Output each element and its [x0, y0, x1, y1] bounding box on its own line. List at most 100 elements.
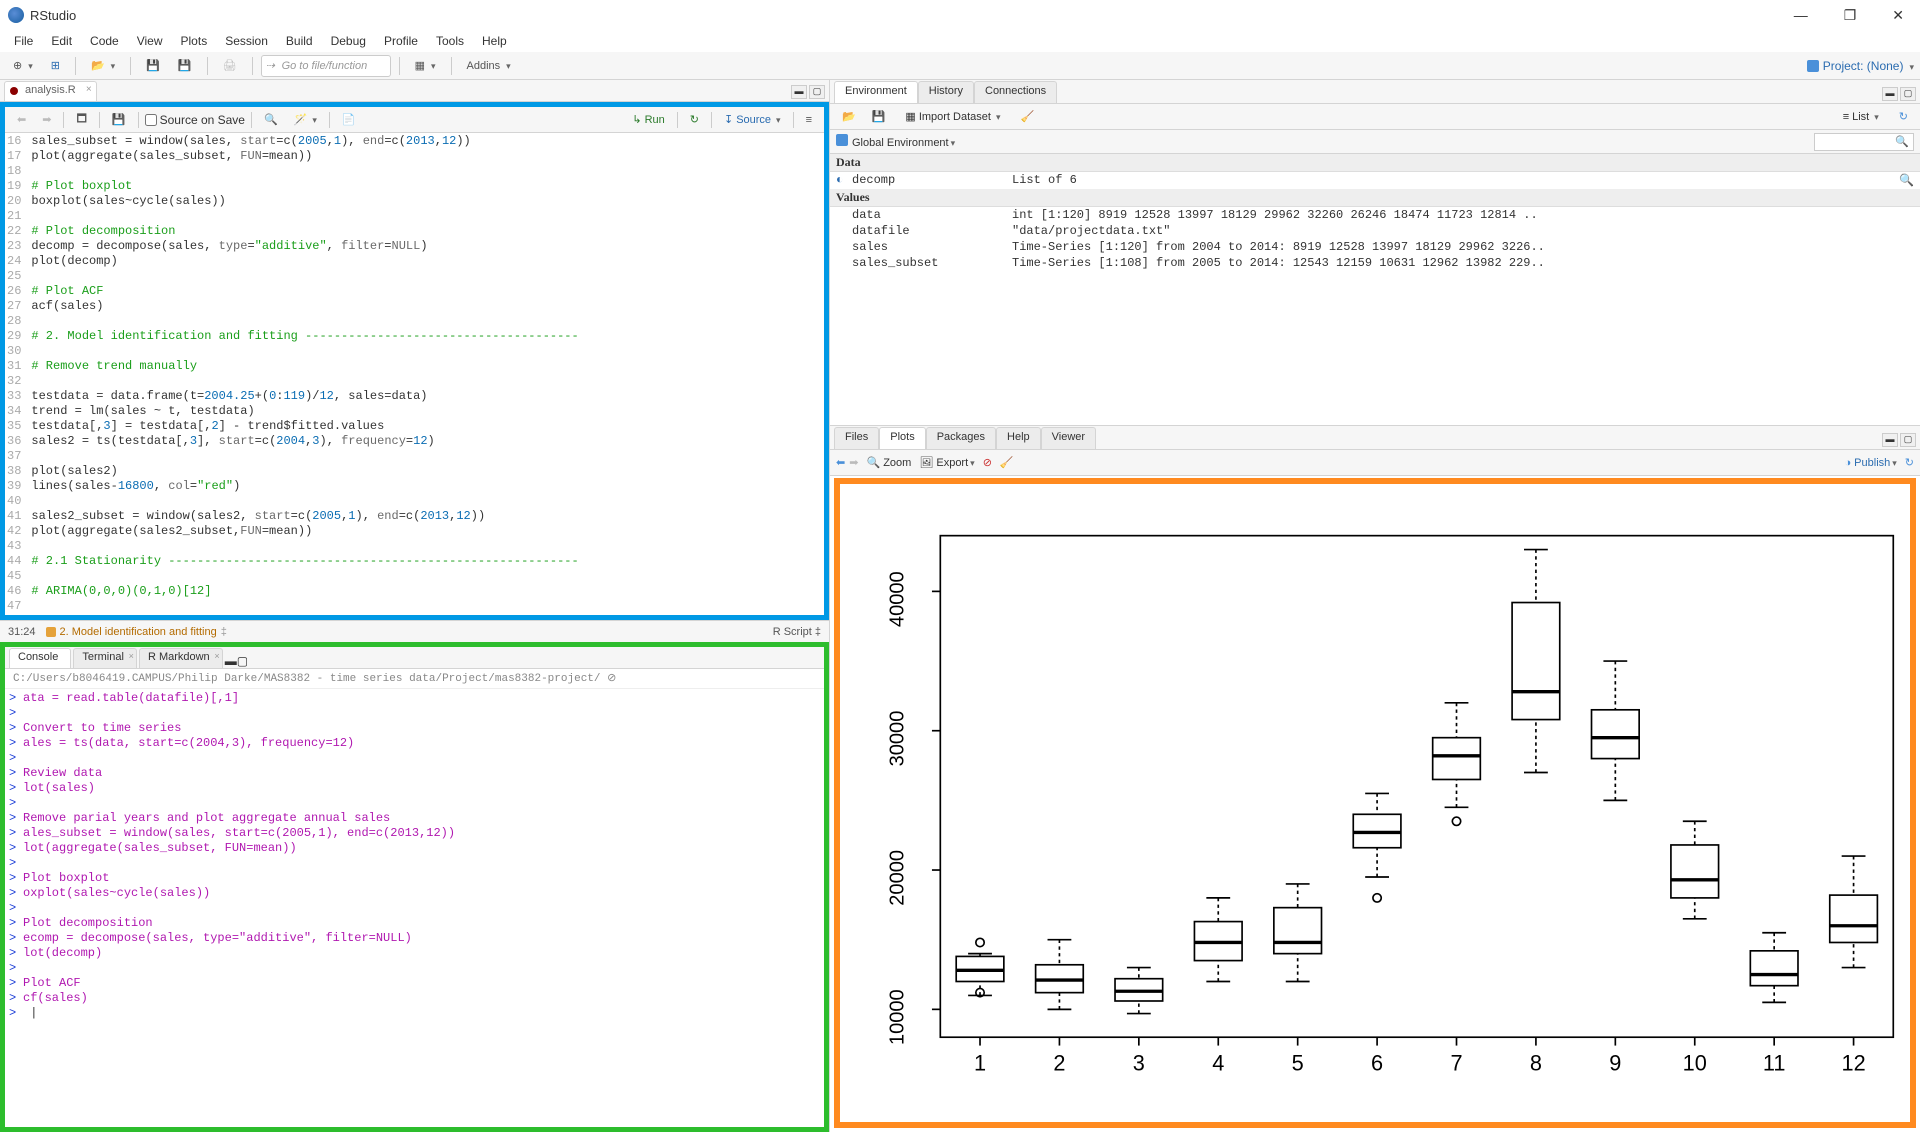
- code-editor[interactable]: 1617181920212223242526272829303132333435…: [5, 133, 824, 615]
- pane-maximize-icon[interactable]: ▢: [237, 654, 248, 668]
- menu-view[interactable]: View: [129, 32, 171, 50]
- menu-session[interactable]: Session: [217, 32, 276, 50]
- pane-minimize-icon[interactable]: ▬: [225, 654, 237, 668]
- menu-tools[interactable]: Tools: [428, 32, 472, 50]
- window-close[interactable]: ✕: [1884, 7, 1912, 24]
- console-pane: ConsoleTerminal×R Markdown×▬▢ C:/Users/b…: [0, 642, 829, 1132]
- svg-text:40000: 40000: [887, 571, 909, 627]
- editor-tab[interactable]: analysis.R×: [4, 81, 97, 101]
- print-button[interactable]: 🖨: [216, 55, 244, 77]
- svg-text:8: 8: [1530, 1051, 1542, 1076]
- open-file-button[interactable]: 📂: [84, 55, 122, 77]
- plot-tab-packages[interactable]: Packages: [926, 427, 996, 449]
- back-button[interactable]: ⬅: [11, 110, 32, 130]
- clear-plots-button[interactable]: 🧹: [1000, 456, 1014, 469]
- env-var-row[interactable]: ◐decompList of 6🔍: [830, 172, 1920, 189]
- env-scope-dropdown[interactable]: Global Environment: [836, 134, 955, 149]
- env-var-row[interactable]: salesTime-Series [1:120] from 2004 to 20…: [830, 239, 1920, 255]
- load-workspace-button[interactable]: 📂: [836, 107, 862, 127]
- pane-minimize-icon[interactable]: ▬: [1882, 433, 1898, 447]
- cursor-position: 31:24: [8, 626, 36, 638]
- pane-minimize-icon[interactable]: ▬: [1882, 87, 1898, 101]
- outline-button[interactable]: ≡: [800, 110, 818, 130]
- save-all-button[interactable]: 💾: [171, 55, 199, 77]
- console-tab-console[interactable]: Console: [9, 648, 71, 668]
- show-in-new-window-button[interactable]: 🗖: [70, 110, 92, 130]
- environment-pane: EnvironmentHistoryConnections ▬▢ 📂 💾 ▦ Im…: [830, 80, 1920, 426]
- menu-code[interactable]: Code: [82, 32, 127, 50]
- zoom-button[interactable]: 🔍 Zoom: [866, 456, 911, 469]
- window-title: RStudio: [30, 8, 76, 23]
- env-tab-history[interactable]: History: [918, 81, 974, 103]
- compile-report-button[interactable]: 📄: [336, 110, 362, 130]
- svg-text:10000: 10000: [887, 989, 909, 1045]
- forward-button[interactable]: ➡: [36, 110, 57, 130]
- env-var-row[interactable]: dataint [1:120] 8919 12528 13997 18129 2…: [830, 207, 1920, 223]
- export-button[interactable]: 🖼 Export: [919, 456, 974, 469]
- unsaved-dot-icon: [10, 87, 18, 95]
- console-path: C:/Users/b8046419.CAMPUS/Philip Darke/MA…: [5, 669, 824, 689]
- filetype-indicator[interactable]: R Script ‡: [773, 626, 821, 638]
- menu-profile[interactable]: Profile: [376, 32, 426, 50]
- plot-tab-help[interactable]: Help: [996, 427, 1041, 449]
- menu-help[interactable]: Help: [474, 32, 515, 50]
- new-file-button[interactable]: ⊕: [6, 55, 40, 77]
- svg-text:10: 10: [1683, 1051, 1707, 1076]
- env-tab-environment[interactable]: Environment: [834, 81, 918, 103]
- next-plot-button[interactable]: ➡: [849, 456, 858, 469]
- window-titlebar: RStudio — ❐ ✕: [0, 0, 1920, 30]
- addins-button[interactable]: Addins: [460, 55, 518, 77]
- wand-button[interactable]: 🪄: [288, 110, 323, 130]
- svg-text:4: 4: [1212, 1051, 1224, 1076]
- new-project-button[interactable]: ⊞: [44, 55, 67, 77]
- env-var-row[interactable]: sales_subsetTime-Series [1:108] from 200…: [830, 255, 1920, 271]
- plot-tab-plots[interactable]: Plots: [879, 427, 925, 449]
- run-button[interactable]: ↳ Run: [626, 110, 670, 130]
- pane-maximize-icon[interactable]: ▢: [809, 85, 825, 99]
- import-dataset-button[interactable]: ▦ Import Dataset: [899, 107, 1006, 127]
- svg-text:1: 1: [974, 1051, 986, 1076]
- window-maximize[interactable]: ❐: [1836, 7, 1865, 24]
- tools-grid-button[interactable]: ▦: [408, 55, 443, 77]
- close-tab-icon[interactable]: ×: [86, 84, 92, 95]
- console-tab-r-markdown[interactable]: R Markdown×: [139, 648, 223, 668]
- plot-tab-viewer[interactable]: Viewer: [1041, 427, 1096, 449]
- prev-plot-button[interactable]: ⬅: [836, 456, 845, 469]
- window-minimize[interactable]: —: [1786, 7, 1816, 24]
- menu-debug[interactable]: Debug: [323, 32, 374, 50]
- list-view-button[interactable]: ≡ List: [1837, 107, 1885, 127]
- main-toolbar: ⊕ ⊞ 📂 💾 💾 🖨 ⇢Go to file/function ▦ Addin…: [0, 52, 1920, 80]
- remove-plot-button[interactable]: ⊘: [983, 456, 992, 469]
- env-var-row[interactable]: datafile"data/projectdata.txt": [830, 223, 1920, 239]
- save-workspace-button[interactable]: 💾: [866, 107, 892, 127]
- svg-text:11: 11: [1763, 1051, 1786, 1076]
- menu-plots[interactable]: Plots: [173, 32, 216, 50]
- svg-text:7: 7: [1450, 1051, 1462, 1076]
- console-output[interactable]: >ata = read.table(datafile)[,1]> > Conve…: [5, 689, 824, 1127]
- menu-edit[interactable]: Edit: [43, 32, 80, 50]
- pane-maximize-icon[interactable]: ▢: [1900, 87, 1916, 101]
- menu-file[interactable]: File: [6, 32, 41, 50]
- pane-minimize-icon[interactable]: ▬: [791, 85, 807, 99]
- pane-maximize-icon[interactable]: ▢: [1900, 433, 1916, 447]
- goto-file-input[interactable]: ⇢Go to file/function: [261, 55, 391, 77]
- plot-tab-files[interactable]: Files: [834, 427, 879, 449]
- save-button[interactable]: 💾: [139, 55, 167, 77]
- find-button[interactable]: 🔍: [258, 110, 284, 130]
- menu-build[interactable]: Build: [278, 32, 321, 50]
- source-on-save-checkbox[interactable]: Source on Save: [145, 113, 245, 127]
- svg-text:30000: 30000: [887, 711, 909, 767]
- env-tab-connections[interactable]: Connections: [974, 81, 1057, 103]
- publish-button[interactable]: ◑ Publish: [1844, 457, 1896, 469]
- env-search-input[interactable]: 🔍: [1814, 133, 1914, 151]
- source-button[interactable]: ↧ Source: [718, 110, 787, 130]
- refresh-plot-button[interactable]: ↻: [1905, 456, 1914, 469]
- console-tab-terminal[interactable]: Terminal×: [73, 648, 137, 668]
- section-crumb[interactable]: 2. Model identification and fitting ‡: [46, 626, 227, 638]
- clear-workspace-button[interactable]: 🧹: [1014, 107, 1040, 127]
- svg-text:5: 5: [1292, 1051, 1304, 1076]
- rerun-button[interactable]: ↻: [684, 110, 705, 130]
- refresh-button[interactable]: ↻: [1893, 107, 1914, 127]
- save-doc-button[interactable]: 💾: [106, 110, 132, 130]
- project-menu[interactable]: Project: (None): [1807, 59, 1914, 73]
